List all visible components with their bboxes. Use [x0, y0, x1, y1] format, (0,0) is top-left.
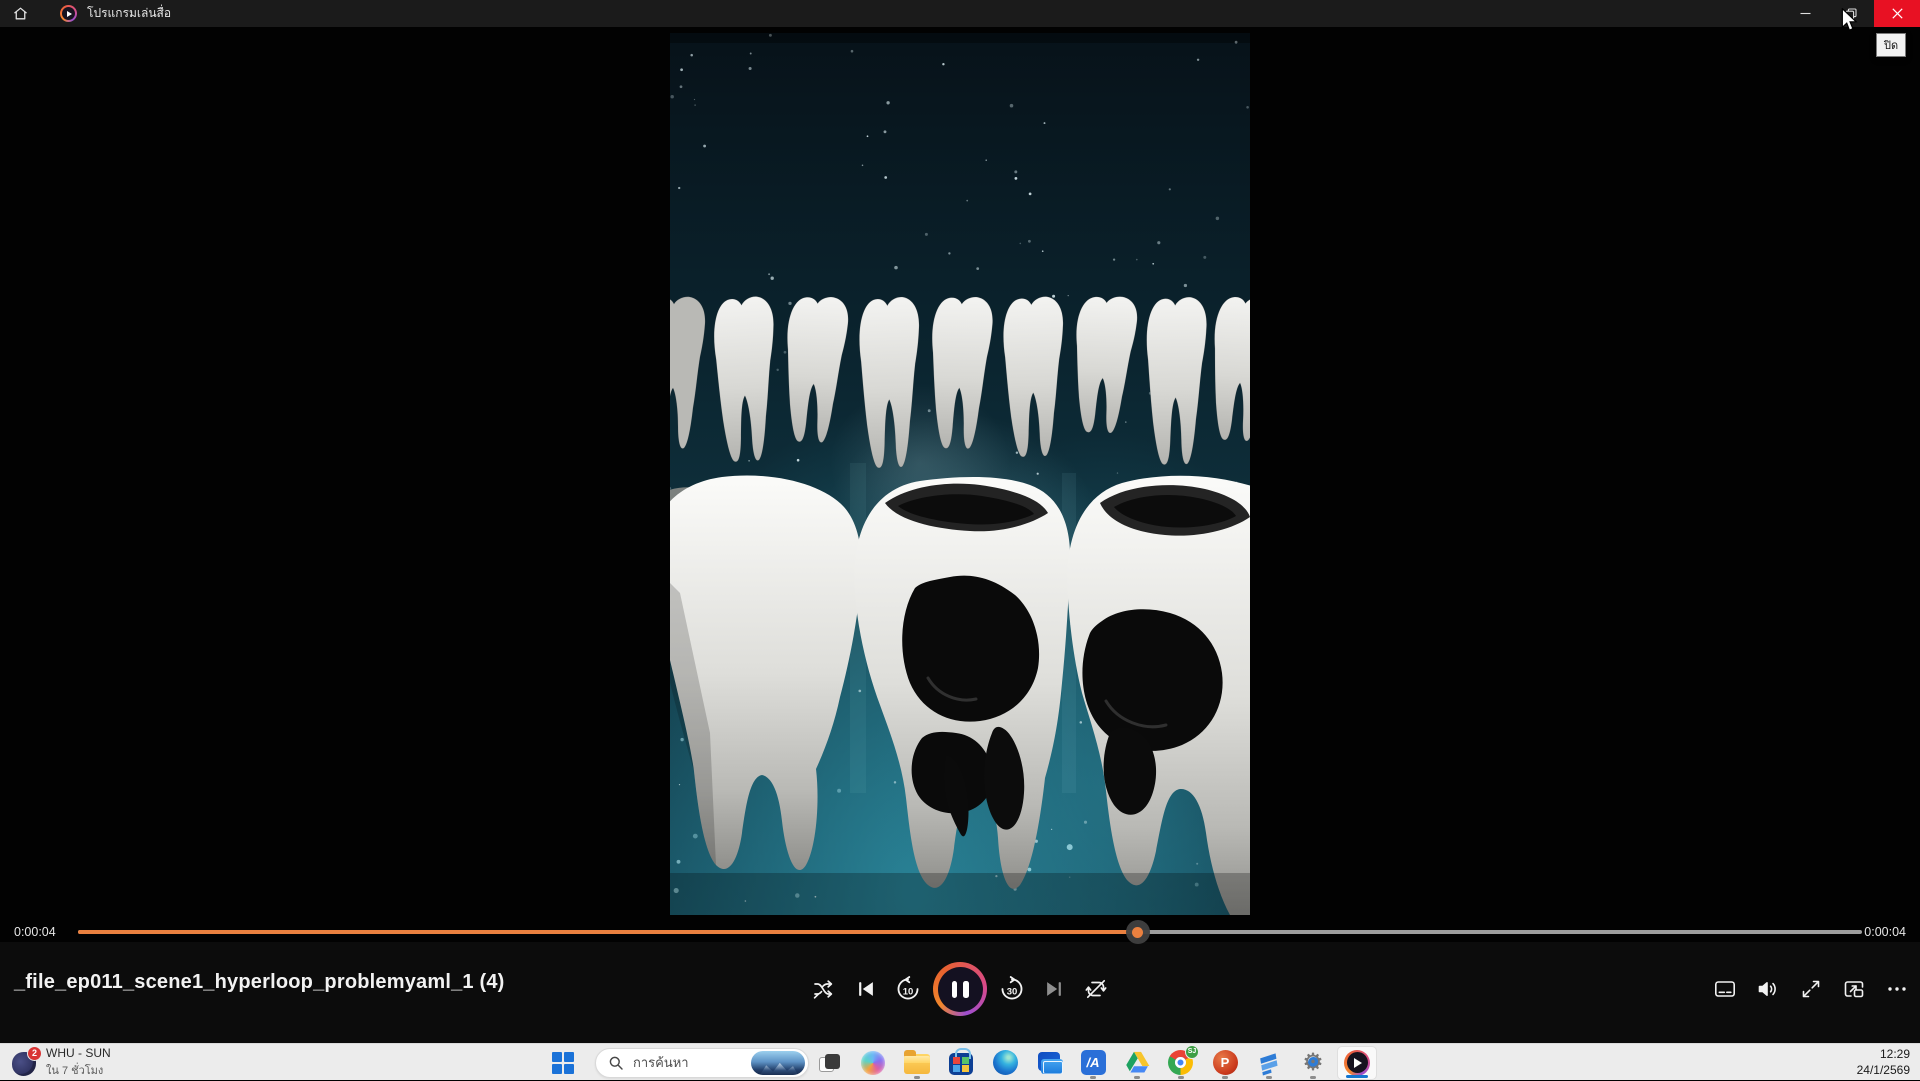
filename-label: _file_ep011_scene1_hyperloop_problemyaml… — [14, 971, 505, 994]
store-bag-icon — [949, 1053, 973, 1075]
app-a-icon: /A — [1081, 1050, 1106, 1075]
media-player-logo-icon — [60, 5, 77, 22]
clock-time: 12:29 — [1857, 1047, 1910, 1063]
taskbar-center: การค้นหา — [543, 1044, 1377, 1081]
clock-date: 24/1/2569 — [1857, 1063, 1910, 1079]
outlook-icon — [1031, 1046, 1067, 1080]
taskbar-clock[interactable]: 12:29 24/1/2569 — [1857, 1044, 1910, 1081]
google-drive-button[interactable] — [1117, 1046, 1157, 1080]
more-options-button[interactable] — [1880, 962, 1914, 1016]
close-icon — [1892, 8, 1903, 19]
close-button[interactable] — [1874, 0, 1920, 27]
repeat-button[interactable] — [1079, 962, 1113, 1016]
copilot-button[interactable] — [853, 1046, 893, 1080]
search-daily-image — [751, 1051, 805, 1075]
fullscreen-icon — [1799, 977, 1823, 1001]
chrome-profile-badge: SJ — [1185, 1045, 1199, 1059]
running-indicator — [1178, 1076, 1184, 1079]
duration-label: 0:00:04 — [1864, 925, 1906, 939]
windows-logo-icon — [552, 1052, 574, 1074]
weather-subtitle: ใน 7 ชั่วโมง — [46, 1061, 111, 1079]
file-explorer-button[interactable] — [897, 1046, 937, 1080]
app-a-button[interactable]: /A — [1073, 1046, 1113, 1080]
copilot-icon — [861, 1051, 885, 1075]
rewind-seconds-label: 10 — [903, 987, 914, 998]
rewind-10-button[interactable]: 10 — [891, 962, 925, 1016]
shuffle-off-icon — [812, 977, 836, 1001]
folder-icon — [904, 1054, 930, 1074]
repeat-off-icon — [1084, 977, 1108, 1001]
tiles-app-icon — [1256, 1050, 1282, 1076]
powerpoint-button[interactable]: P — [1205, 1046, 1245, 1080]
google-drive-icon — [1125, 1051, 1150, 1074]
secondary-controls — [1708, 962, 1914, 1016]
more-options-icon — [1885, 977, 1909, 1001]
window-title: โปรแกรมเล่นสื่อ — [87, 4, 171, 23]
media-player-icon — [1344, 1050, 1370, 1076]
gear-icon: ⚙ — [1300, 1050, 1326, 1076]
next-track-icon — [1043, 978, 1065, 1000]
edge-icon — [993, 1050, 1018, 1075]
fullscreen-button[interactable] — [1794, 962, 1828, 1016]
shuffle-button[interactable] — [807, 962, 841, 1016]
seek-thumb[interactable] — [1126, 920, 1150, 944]
cursor-pointer-icon — [1838, 8, 1860, 32]
outlook-button[interactable] — [1029, 1046, 1069, 1080]
edge-button[interactable] — [985, 1046, 1025, 1080]
close-tooltip: ปิด — [1876, 33, 1906, 57]
taskbar: 2 WHU - SUN ใน 7 ชั่วโมง การค้นหา — [0, 1043, 1920, 1080]
mini-player-button[interactable] — [1837, 962, 1871, 1016]
search-icon — [608, 1055, 624, 1071]
pause-button[interactable] — [933, 962, 987, 1016]
running-indicator — [1310, 1076, 1316, 1079]
captions-icon — [1713, 977, 1737, 1001]
microsoft-store-button[interactable] — [941, 1046, 981, 1080]
weather-widget[interactable]: 2 WHU - SUN ใน 7 ชั่วโมง — [4, 1044, 119, 1081]
title-bar: โปรแกรมเล่นสื่อ — [0, 0, 1920, 27]
forward-30-button[interactable]: 30 — [995, 962, 1029, 1016]
running-indicator — [1134, 1076, 1140, 1079]
elapsed-time-label: 0:00:04 — [14, 925, 56, 939]
search-placeholder: การค้นหา — [633, 1052, 742, 1073]
media-player-taskbar-button[interactable] — [1337, 1046, 1377, 1080]
running-indicator — [1090, 1076, 1096, 1079]
volume-button[interactable] — [1751, 962, 1785, 1016]
player-stage — [0, 27, 1920, 1043]
running-indicator — [914, 1076, 920, 1079]
weather-title: WHU - SUN — [46, 1046, 111, 1060]
minimize-icon — [1800, 8, 1811, 19]
weather-moon-icon: 2 — [12, 1050, 38, 1076]
previous-track-icon — [855, 978, 877, 1000]
captions-button[interactable] — [1708, 962, 1742, 1016]
active-app-indicator — [1346, 1075, 1368, 1078]
settings-button[interactable]: ⚙ — [1293, 1046, 1333, 1080]
mini-player-icon — [1842, 977, 1866, 1001]
seek-bar[interactable] — [78, 930, 1862, 934]
volume-icon — [1756, 977, 1780, 1001]
search-box[interactable]: การค้นหา — [595, 1048, 809, 1078]
home-icon — [12, 5, 29, 22]
task-view-icon — [816, 1050, 842, 1076]
chrome-button[interactable]: SJ — [1161, 1046, 1201, 1080]
next-button[interactable] — [1037, 962, 1071, 1016]
transport-controls: 10 30 — [807, 962, 1113, 1016]
forward-seconds-label: 30 — [1007, 987, 1018, 998]
weather-badge: 2 — [27, 1046, 42, 1061]
home-button[interactable] — [0, 0, 40, 27]
tiles-app-button[interactable] — [1249, 1046, 1289, 1080]
pause-icon — [938, 967, 983, 1012]
powerpoint-icon: P — [1213, 1050, 1238, 1075]
video-frame[interactable] — [670, 33, 1250, 915]
minimize-button[interactable] — [1782, 0, 1828, 27]
task-view-button[interactable] — [809, 1046, 849, 1080]
running-indicator — [1266, 1076, 1272, 1079]
previous-button[interactable] — [849, 962, 883, 1016]
start-button[interactable] — [543, 1046, 583, 1080]
seek-fill — [78, 930, 1138, 934]
running-indicator — [1222, 1076, 1228, 1079]
